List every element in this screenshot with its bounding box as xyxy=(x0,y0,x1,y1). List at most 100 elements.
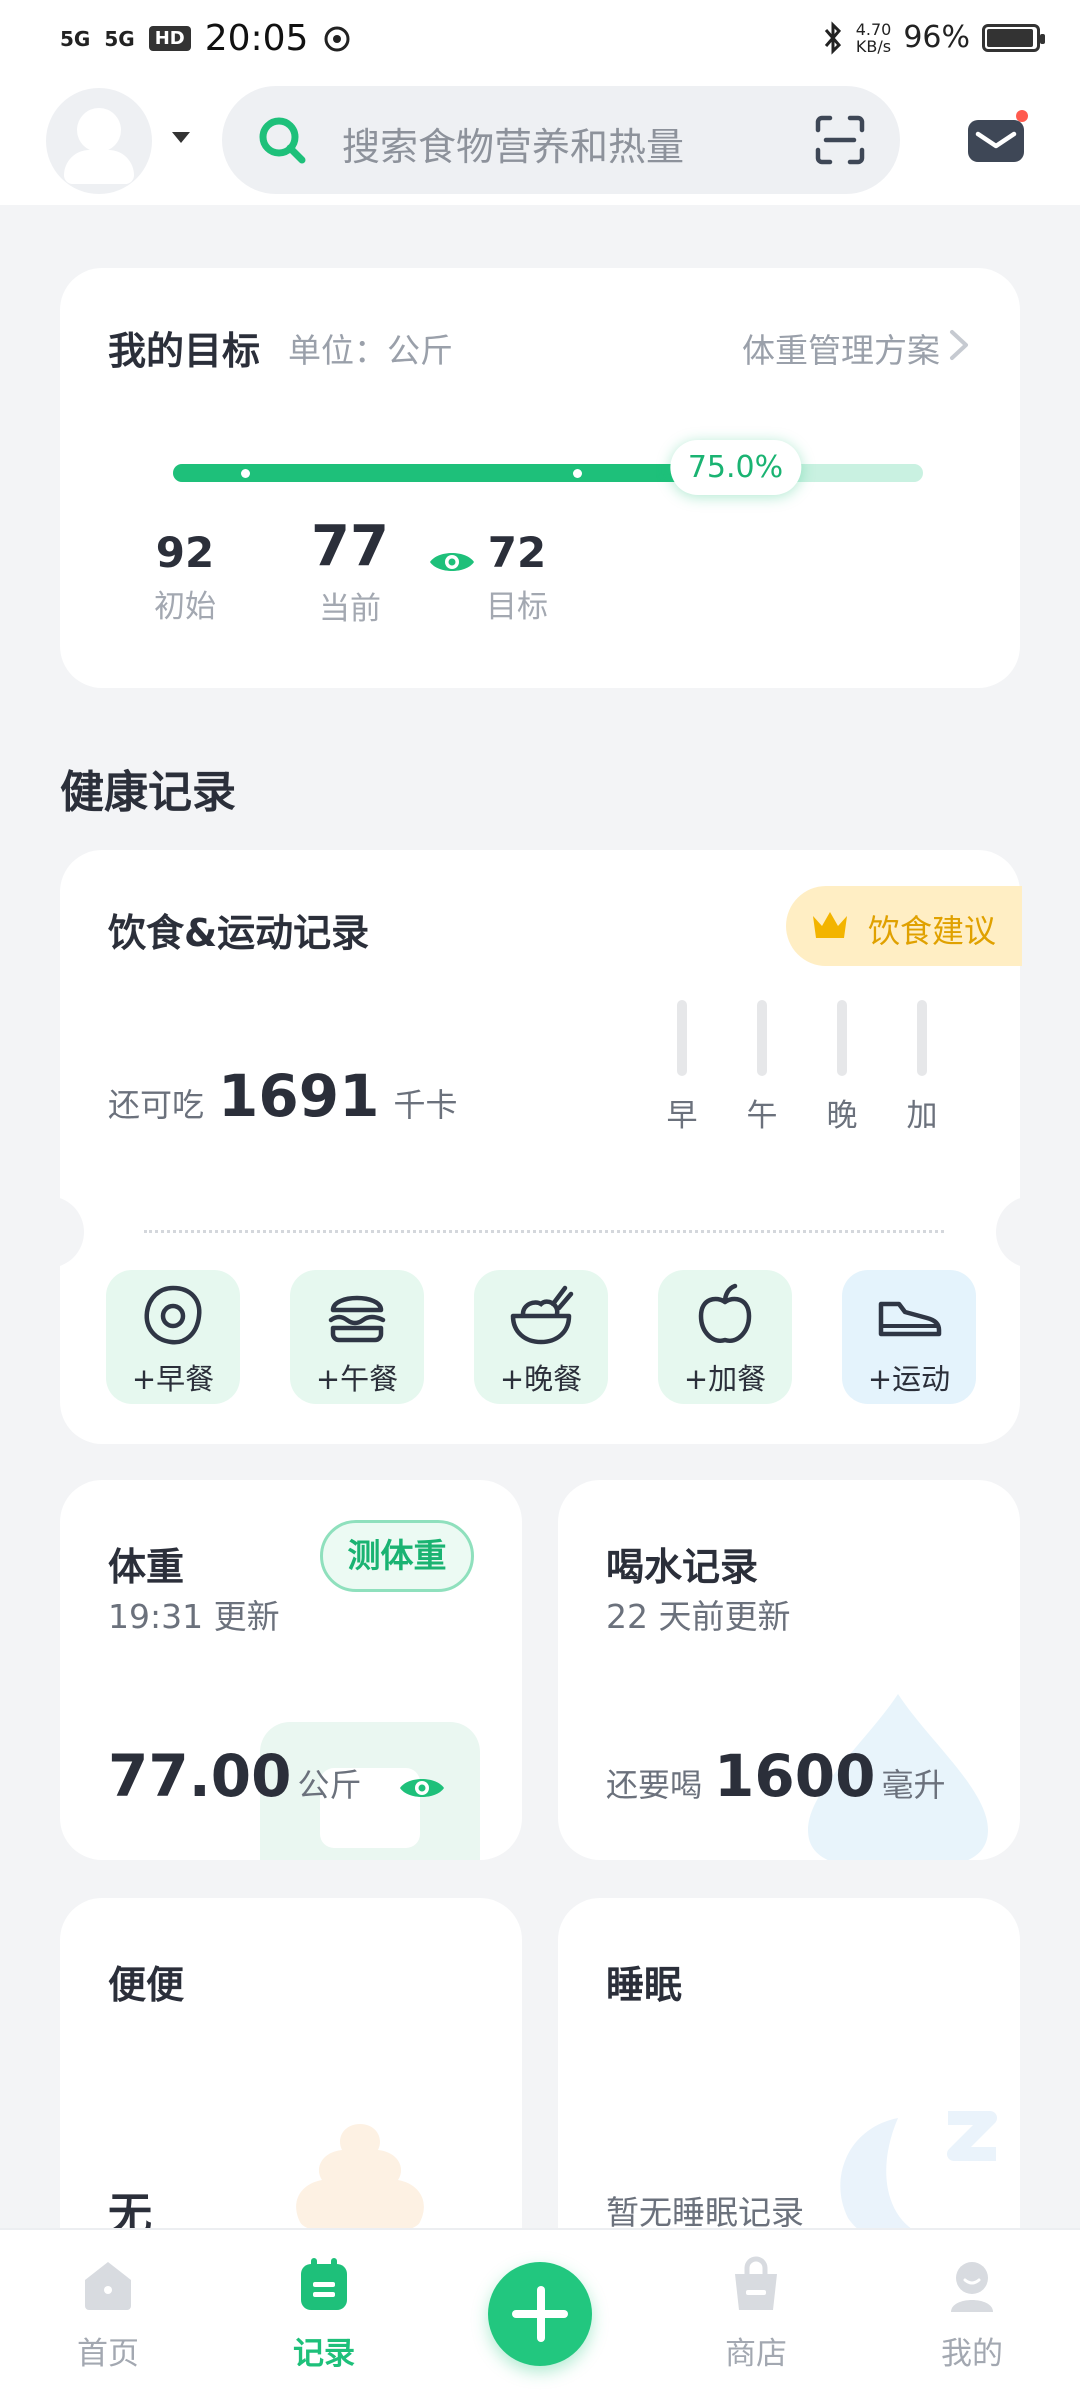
water-updated-time: 22 天前更新 xyxy=(606,1597,791,1636)
profile-icon xyxy=(951,2262,993,2312)
water-card-title: 喝水记录 xyxy=(606,1545,759,1589)
health-records-heading: 健康记录 xyxy=(60,767,236,818)
meal-bar-track xyxy=(837,1000,847,1076)
bluetooth-icon xyxy=(824,20,841,55)
target-weight-stat: 72 目标 xyxy=(486,528,548,626)
calorie-value: 1691 xyxy=(218,1062,380,1130)
shop-icon xyxy=(735,2256,777,2310)
nav-record[interactable]: 记录 xyxy=(264,2256,384,2373)
current-weight-value: 77 xyxy=(311,514,389,579)
status-right: 4.70 KB/s 96% xyxy=(822,20,1045,55)
sneaker-icon xyxy=(878,1301,942,1337)
search-bar[interactable]: 搜索食物营养和热量 xyxy=(222,86,900,194)
hd-voice-badge: HD xyxy=(148,26,191,51)
net-speed-value: 4.70 xyxy=(855,19,892,39)
add-snack-label: +加餐 xyxy=(683,1362,767,1396)
meal-bar-breakfast: 早 xyxy=(642,1000,722,1135)
add-record-fab[interactable] xyxy=(488,2262,592,2366)
weight-plan-link[interactable]: 体重管理方案 xyxy=(742,324,940,372)
nav-shop[interactable]: 商店 xyxy=(696,2256,816,2373)
water-unit: 毫升 xyxy=(881,1766,946,1804)
add-snack-button[interactable]: +加餐 xyxy=(658,1270,792,1404)
status-time: 20:05 xyxy=(204,18,309,59)
apple-icon xyxy=(698,1283,752,1344)
weight-value: 77.00 xyxy=(108,1742,292,1810)
add-breakfast-label: +早餐 xyxy=(131,1362,215,1396)
diet-advice-button[interactable]: 饮食建议 xyxy=(786,886,1022,966)
start-weight-value: 92 xyxy=(155,528,215,577)
eye-icon[interactable] xyxy=(428,546,476,578)
water-card[interactable]: 喝水记录 22 天前更新 还要喝 1600 毫升 xyxy=(558,1480,1020,1860)
status-left: 5G 5G HD 20:05 xyxy=(60,18,352,59)
add-exercise-button[interactable]: +运动 xyxy=(842,1270,976,1404)
meal-bar-track xyxy=(917,1000,927,1076)
avatar[interactable] xyxy=(46,88,152,194)
nav-profile-label: 我的 xyxy=(941,2336,1003,2372)
weight-unit: 公斤 xyxy=(297,1766,362,1804)
nav-profile[interactable]: 我的 xyxy=(912,2256,1032,2373)
meal-bar-track xyxy=(677,1000,687,1076)
weight-updated-time: 19:31 更新 xyxy=(108,1597,280,1636)
crown-icon xyxy=(813,912,847,938)
water-value: 1600 xyxy=(714,1742,876,1810)
progress-percent-pill: 75.0% xyxy=(669,440,802,495)
ticket-notch-left xyxy=(36,1196,84,1268)
add-dinner-label: +晚餐 xyxy=(499,1362,583,1396)
scan-icon[interactable] xyxy=(814,114,866,166)
start-marker xyxy=(241,469,250,478)
chevron-right-icon[interactable] xyxy=(946,328,972,362)
weight-value-row: 77.00 公斤 xyxy=(108,1742,361,1810)
status-bar: 5G 5G HD 20:05 4.70 KB/s 96% xyxy=(0,0,1080,80)
battery-percent: 96% xyxy=(903,20,970,55)
goal-progress-fill xyxy=(173,464,736,482)
ticket-notch-right xyxy=(996,1196,1044,1268)
home-icon xyxy=(85,2262,131,2310)
bowl-icon xyxy=(510,1285,574,1345)
target-weight-value: 72 xyxy=(487,528,547,577)
diet-exercise-card[interactable]: 饮食&运动记录 饮食建议 还可吃 1691 千卡 早 午 晚 加 +早餐 +午餐… xyxy=(36,850,1044,1444)
goal-unit: 单位：公斤 xyxy=(288,331,453,370)
water-value-row: 还要喝 1600 毫升 xyxy=(606,1742,945,1810)
battery-icon xyxy=(982,23,1045,52)
nav-home[interactable]: 首页 xyxy=(48,2256,168,2373)
calorie-unit: 千卡 xyxy=(393,1086,458,1124)
measure-weight-button[interactable]: 测体重 xyxy=(320,1520,474,1592)
account-switch-caret-icon[interactable] xyxy=(172,132,190,143)
calorie-prefix: 还可吃 xyxy=(108,1086,205,1124)
diet-card-title: 饮食&运动记录 xyxy=(108,911,370,955)
dotted-divider xyxy=(144,1230,944,1233)
weight-card-title: 体重 xyxy=(108,1545,185,1589)
add-lunch-button[interactable]: +午餐 xyxy=(290,1270,424,1404)
signal-2-indicator: 5G xyxy=(104,26,135,51)
start-weight-label: 初始 xyxy=(154,589,216,625)
poop-card-title: 便便 xyxy=(108,1963,185,2007)
weight-card[interactable]: 体重 19:31 更新 测体重 77.00 公斤 xyxy=(60,1480,522,1860)
nav-shop-label: 商店 xyxy=(725,2336,787,2372)
sleep-card-title: 睡眠 xyxy=(606,1963,683,2007)
add-dinner-button[interactable]: +晚餐 xyxy=(474,1270,608,1404)
fried-egg-icon xyxy=(144,1285,202,1345)
meal-bar-dinner: 晚 xyxy=(802,1000,882,1135)
sleep-value: 暂无睡眠记录 xyxy=(606,2193,804,2232)
start-weight-stat: 92 初始 xyxy=(154,528,216,626)
meal-progress-bars: 早 午 晚 加 xyxy=(660,1000,980,1140)
quick-add-row: +早餐 +午餐 +晚餐 +加餐 +运动 xyxy=(106,1270,976,1406)
goal-card[interactable]: 我的目标 单位：公斤 体重管理方案 75.0% 92 初始 77 当前 72 目… xyxy=(60,268,1020,688)
target-weight-label: 目标 xyxy=(486,589,548,625)
add-exercise-label: +运动 xyxy=(867,1362,951,1396)
bottom-nav: 首页 记录 商店 我的 xyxy=(0,2228,1080,2408)
target-marker xyxy=(573,469,582,478)
record-icon xyxy=(301,2258,347,2310)
meal-bar-track xyxy=(757,1000,767,1076)
mail-icon[interactable] xyxy=(966,110,1030,166)
net-speed: 4.70 KB/s xyxy=(856,21,892,55)
search-placeholder: 搜索食物营养和热量 xyxy=(342,125,685,169)
meal-bar-lunch: 午 xyxy=(722,1000,802,1135)
battery-fill xyxy=(987,28,1034,47)
goal-title: 我的目标 xyxy=(108,329,261,373)
burger-icon xyxy=(328,1295,386,1343)
add-breakfast-button[interactable]: +早餐 xyxy=(106,1270,240,1404)
calorie-remaining: 还可吃 1691 千卡 xyxy=(108,1062,457,1130)
eye-icon[interactable] xyxy=(398,1772,446,1804)
nav-home-label: 首页 xyxy=(77,2336,139,2372)
